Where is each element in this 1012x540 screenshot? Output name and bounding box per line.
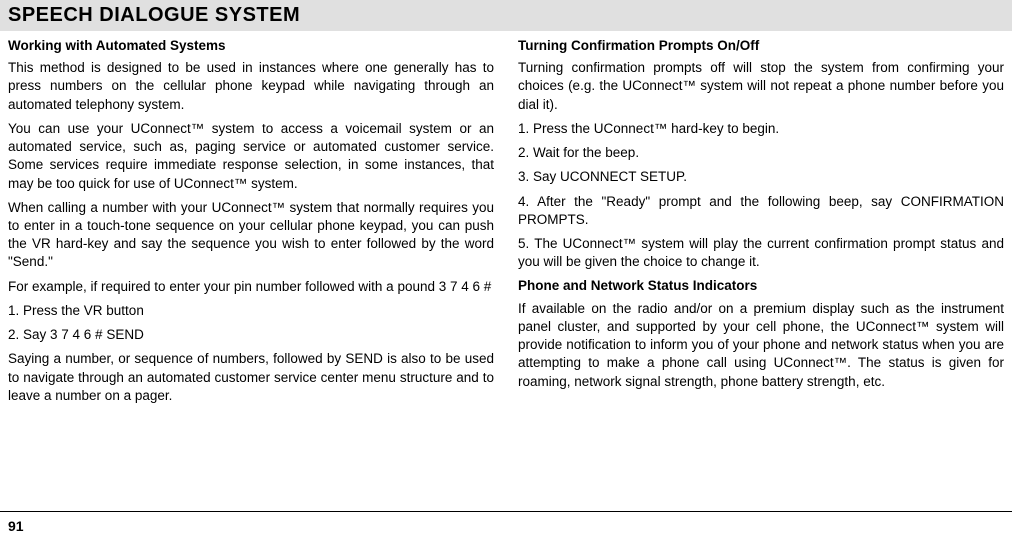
left-para-4: For example, if required to enter your p…	[8, 278, 494, 296]
right-para-2: 1. Press the UConnect™ hard-key to begin…	[518, 120, 1004, 138]
left-para-3: When calling a number with your UConnect…	[8, 199, 494, 272]
right-para-1: Turning confirmation prompts off will st…	[518, 59, 1004, 114]
page-number: 91	[8, 518, 24, 534]
right-heading-2: Phone and Network Status Indicators	[518, 277, 1004, 295]
page-title: SPEECH DIALOGUE SYSTEM	[8, 4, 300, 26]
right-para-5: 4. After the "Ready" prompt and the foll…	[518, 193, 1004, 229]
right-heading-1: Turning Confirmation Prompts On/Off	[518, 37, 1004, 55]
left-para-5: 1. Press the VR button	[8, 302, 494, 320]
left-heading-1: Working with Automated Systems	[8, 37, 494, 55]
right-para-6: 5. The UConnect™ system will play the cu…	[518, 235, 1004, 271]
right-para-3: 2. Wait for the beep.	[518, 144, 1004, 162]
left-para-6: 2. Say 3 7 4 6 # SEND	[8, 326, 494, 344]
footer-divider	[0, 511, 1012, 512]
right-para-4: 3. Say UCONNECT SETUP.	[518, 168, 1004, 186]
right-para-7: If available on the radio and/or on a pr…	[518, 300, 1004, 391]
right-column: Turning Confirmation Prompts On/Off Turn…	[506, 37, 1004, 411]
left-para-1: This method is designed to be used in in…	[8, 59, 494, 114]
page-header: SPEECH DIALOGUE SYSTEM	[0, 0, 1012, 31]
content-area: Working with Automated Systems This meth…	[0, 31, 1012, 411]
left-para-7: Saying a number, or sequence of numbers,…	[8, 350, 494, 405]
left-column: Working with Automated Systems This meth…	[8, 37, 506, 411]
left-para-2: You can use your UConnect™ system to acc…	[8, 120, 494, 193]
